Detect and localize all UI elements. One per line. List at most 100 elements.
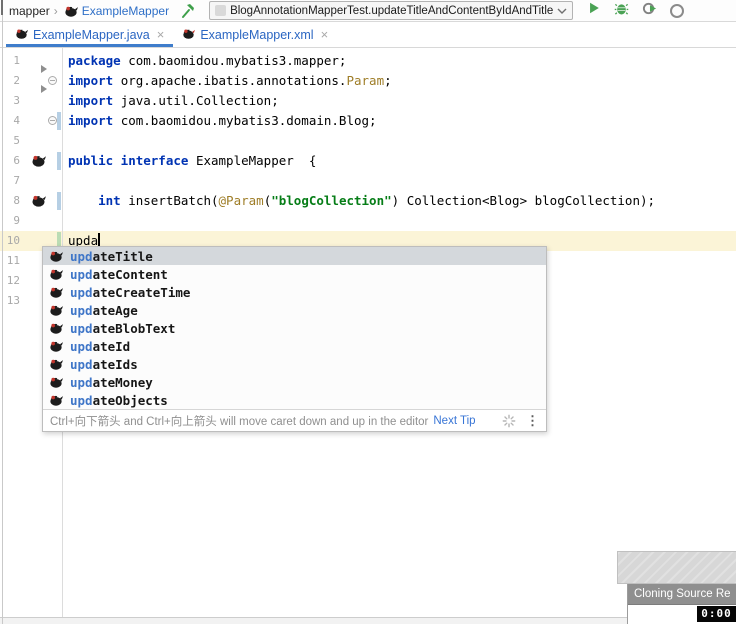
debug-button[interactable]: [614, 1, 629, 21]
completion-item[interactable]: updateObjects: [43, 391, 546, 409]
build-hammer-icon[interactable]: [179, 3, 195, 19]
completion-item[interactable]: updateId: [43, 337, 546, 355]
completion-item[interactable]: updateIds: [43, 355, 546, 373]
completion-list: updateTitle updateContent updateCreateTime…: [43, 247, 546, 409]
breadcrumb-item-mapper[interactable]: mapper: [9, 4, 50, 18]
completion-item-label: updateMoney: [70, 374, 153, 390]
completion-item-label: updateCreateTime: [70, 284, 191, 300]
mybatis-bird-icon: [15, 27, 28, 43]
line-number: 4: [13, 114, 20, 127]
chevron-right-icon: ›: [53, 3, 58, 18]
mybatis-bird-icon: [49, 339, 63, 353]
run-actions: [587, 1, 685, 21]
close-icon[interactable]: ×: [321, 27, 329, 42]
line-number: 6: [13, 154, 20, 167]
line-number: 7: [13, 174, 20, 187]
code-line[interactable]: package com.baomidou.mybatis3.mapper;: [68, 51, 346, 71]
background-window-fragment: [617, 551, 736, 584]
line-number: 5: [13, 134, 20, 147]
mybatis-bird-icon: [49, 321, 63, 335]
window-bottom-edge: [0, 617, 736, 624]
run-button[interactable]: [587, 1, 601, 20]
code-token: org.apache.ibatis.annotations.: [120, 73, 347, 88]
line-number: 9: [13, 214, 20, 227]
line-number: 13: [6, 294, 20, 307]
completion-item-label: updateTitle: [70, 248, 153, 264]
completion-item[interactable]: updateTitle: [43, 247, 546, 265]
tip-text: Ctrl+向下箭头 and Ctrl+向上箭头 will move caret …: [50, 415, 429, 428]
run-config-label: BlogAnnotationMapperTest.updateTitleAndC…: [230, 4, 554, 17]
kebab-menu-icon[interactable]: ⋮: [526, 413, 539, 429]
code-line[interactable]: import org.apache.ibatis.annotations.Par…: [68, 71, 392, 91]
clone-dialog-titlebar[interactable]: Cloning Source Re: [628, 584, 736, 605]
code-token: import: [68, 113, 121, 128]
code-token: ;: [384, 73, 392, 88]
window-left-edge-top: [1, 0, 3, 15]
tab-examplemapper-xml[interactable]: ExampleMapper.xml ×: [173, 22, 337, 47]
fold-region-icon[interactable]: [48, 116, 57, 125]
completion-item[interactable]: updateContent: [43, 265, 546, 283]
line-number: 10: [6, 234, 20, 247]
tab-label: ExampleMapper.java: [33, 27, 150, 42]
editor-tab-bar: ExampleMapper.java × ExampleMapper.xml ×: [0, 22, 736, 48]
mybatis-bird-icon[interactable]: [31, 193, 46, 208]
code-token: java.util.Collection;: [120, 93, 279, 108]
tab-label: ExampleMapper.xml: [200, 27, 314, 42]
completion-item-label: updateContent: [70, 266, 168, 282]
code-token: Param: [346, 73, 385, 88]
line-number: 3: [13, 94, 20, 107]
line-number: 1: [13, 54, 20, 67]
line-number: 2: [13, 74, 20, 87]
code-token: package: [68, 53, 129, 68]
completion-item[interactable]: updateAge: [43, 301, 546, 319]
run-configuration-select[interactable]: BlogAnnotationMapperTest.updateTitleAndC…: [209, 1, 574, 20]
completion-item-label: updateIds: [70, 356, 138, 372]
run-config-icon: [215, 5, 227, 16]
mybatis-bird-icon: [49, 393, 63, 407]
completion-item-label: updateId: [70, 338, 131, 354]
fold-arrow-icon[interactable]: [41, 65, 47, 73]
vcs-change-marker[interactable]: [57, 152, 61, 170]
vcs-change-marker[interactable]: [57, 192, 61, 210]
code-token: com.baomidou.mybatis3.mapper;: [128, 53, 347, 68]
mybatis-bird-icon: [49, 267, 63, 281]
code-line[interactable]: import java.util.Collection;: [68, 91, 279, 111]
mybatis-bird-icon: [182, 27, 196, 43]
completion-item-label: updateObjects: [70, 392, 168, 408]
completion-popup: updateTitle updateContent updateCreateTime…: [42, 246, 547, 432]
next-tip-link[interactable]: Next Tip: [433, 415, 475, 427]
mybatis-bird-icon[interactable]: [31, 153, 46, 168]
navigation-bar: mapper › ExampleMapper BlogAnnotationMap…: [0, 0, 736, 22]
close-icon[interactable]: ×: [157, 27, 165, 42]
code-token: com.baomidou.mybatis3.domain.Blog;: [120, 113, 377, 128]
recording-timer: 0:00: [697, 606, 736, 622]
tab-examplemapper-java[interactable]: ExampleMapper.java ×: [6, 22, 174, 47]
mybatis-bird-icon: [49, 303, 63, 317]
mybatis-bird-icon: [64, 4, 78, 18]
completion-item[interactable]: updateBlobText: [43, 319, 546, 337]
completion-item[interactable]: updateCreateTime: [43, 283, 546, 301]
code-line[interactable]: int insertBatch(@Param("blogCollection")…: [68, 191, 655, 211]
spinner-icon: [502, 414, 516, 428]
text-caret: [98, 233, 101, 247]
code-line[interactable]: public interface ExampleMapper {: [68, 151, 316, 171]
code-token: ) Collection<Blog> blogCollection);: [391, 193, 656, 208]
mybatis-bird-icon: [49, 375, 63, 389]
completion-item-label: updateBlobText: [70, 320, 176, 336]
code-token: import: [68, 93, 121, 108]
completion-footer: Ctrl+向下箭头 and Ctrl+向上箭头 will move caret …: [43, 409, 546, 431]
completion-item-label: updateAge: [70, 302, 138, 318]
fold-region-icon[interactable]: [48, 76, 57, 85]
fold-arrow-icon[interactable]: [41, 85, 47, 93]
run-with-coverage-button[interactable]: [642, 1, 657, 21]
code-line[interactable]: import com.baomidou.mybatis3.domain.Blog…: [68, 111, 377, 131]
breadcrumb-item-examplemapper[interactable]: ExampleMapper: [82, 4, 169, 18]
profiler-button[interactable]: [670, 3, 685, 18]
completion-item[interactable]: updateMoney: [43, 373, 546, 391]
mybatis-bird-icon: [49, 285, 63, 299]
code-token: @Param: [218, 193, 264, 208]
code-token: public interface: [68, 153, 196, 168]
code-token: ExampleMapper {: [195, 153, 317, 168]
vcs-change-marker[interactable]: [57, 112, 61, 130]
